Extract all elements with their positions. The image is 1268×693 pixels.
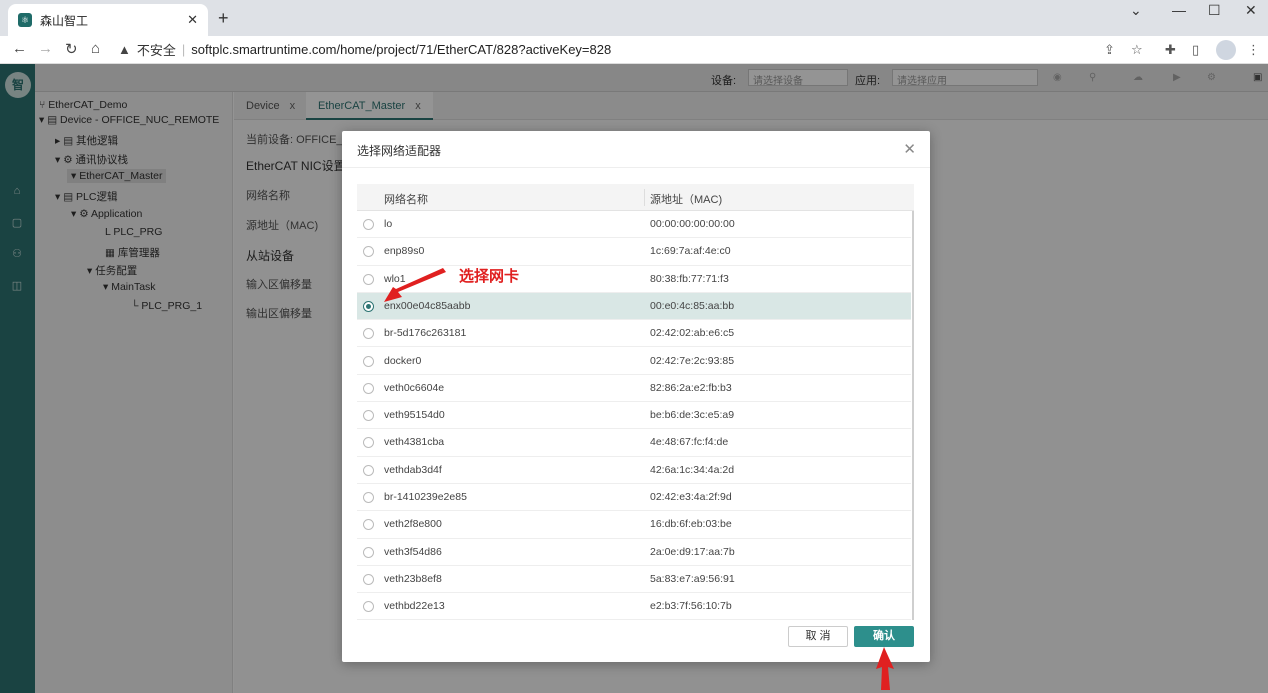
tab-close-icon[interactable]: ✕ [187,12,198,28]
star-icon[interactable]: ☆ [1131,42,1143,58]
dialog-close-icon[interactable]: ✕ [903,140,916,158]
adapter-name: br-1410239e2e85 [384,491,467,503]
adapter-mac: 02:42:02:ab:e6:c5 [650,327,735,340]
dialog-divider [342,167,930,168]
profile-avatar[interactable] [1216,40,1236,60]
adapter-mac: 1c:69:7a:af:4e:c0 [650,245,731,258]
adapter-mac: 2a:0e:d9:17:aa:7b [650,545,735,558]
adapter-mac: 82:86:2a:e2:fb:b3 [650,381,732,394]
adapter-mac: 02:42:7e:2c:93:85 [650,354,735,367]
menu-dots-icon[interactable]: ⋮ [1247,42,1260,58]
row-radio[interactable] [363,492,374,503]
adapter-table: 网络名称 源地址（MAC) lo 00:00:00:00:00:00 enp89s0… [357,184,914,620]
adapter-name: wlo1 [384,272,406,285]
table-row[interactable]: enx00e04c85aabb 00:e0:4c:85:aa:bb [357,292,911,321]
minimize-icon[interactable]: — [1172,2,1186,22]
row-radio[interactable] [363,382,374,394]
table-row[interactable]: br-5d176c263181 02:42:02:ab:e6:c5 [357,320,911,348]
adapter-name: vethdab3d4f [384,463,442,476]
confirm-button[interactable]: 确认 [854,626,914,647]
adapter-mac: 16:db:6f:eb:03:be [650,518,732,531]
url-field[interactable]: ▲ 不安全 | softplc.smartruntime.com/home/pr… [118,38,1118,60]
adapter-mac: 02:42:e3:4a:2f:9d [650,491,732,503]
row-radio[interactable] [363,546,374,558]
forward-icon[interactable]: → [38,40,53,57]
table-row[interactable]: wlo1 80:38:fb:77:71:f3 [357,266,911,293]
reload-icon[interactable]: ↻ [65,40,78,58]
adapter-name: veth4381cba [384,436,445,449]
extensions-icon[interactable]: ✚ [1165,42,1176,58]
table-row[interactable]: veth2f8e800 16:db:6f:eb:03:be [357,511,911,539]
adapter-name: docker0 [384,354,422,367]
adapter-name: veth95154d0 [384,409,445,422]
adapter-mac: 4e:48:67:fc:f4:de [650,436,729,449]
url-text: softplc.smartruntime.com/home/project/71… [191,41,612,57]
table-row[interactable]: veth0c6604e 82:86:2a:e2:fb:b3 [357,375,911,403]
cancel-button[interactable]: 取 消 [788,626,848,647]
app-favicon-icon: ⚛ [18,13,32,27]
browser-tab[interactable]: ⚛ 森山智工 ✕ [8,4,208,36]
adapter-name: veth23b8ef8 [384,572,442,585]
table-row[interactable]: veth4381cba 4e:48:67:fc:f4:de [357,429,911,457]
share-icon[interactable]: ⇪ [1104,42,1115,58]
row-radio[interactable] [363,246,374,258]
table-header: 网络名称 源地址（MAC) [357,184,914,211]
maximize-icon[interactable]: ☐ [1208,2,1221,22]
row-radio[interactable] [363,573,374,585]
warning-icon: ▲ [118,41,131,57]
security-label: 不安全 [136,42,176,58]
row-radio[interactable] [363,410,374,422]
new-tab-icon[interactable]: + [218,8,229,29]
row-radio[interactable] [363,328,374,340]
row-radio[interactable] [363,300,374,312]
row-radio[interactable] [363,519,374,531]
table-row[interactable]: br-1410239e2e85 02:42:e3:4a:2f:9d [357,484,911,512]
browser-tabstrip: ⚛ 森山智工 ✕ + ⌄ — ☐ ✕ [0,0,1268,36]
table-row[interactable]: veth23b8ef8 5a:83:e7:a9:56:91 [357,566,911,594]
table-scrollbar[interactable] [912,211,914,620]
dialog-title: 选择网络适配器 [357,144,442,158]
header-divider [644,189,645,206]
adapter-name: lo [384,218,393,230]
table-row[interactable]: enp89s0 1c:69:7a:af:4e:c0 [357,238,911,266]
adapter-name: br-5d176c263181 [384,327,467,340]
row-radio[interactable] [363,437,374,449]
row-radio[interactable] [363,219,374,230]
row-radio[interactable] [363,464,374,476]
table-row[interactable]: veth3f54d86 2a:0e:d9:17:aa:7b [357,539,911,566]
adapter-mac: 5a:83:e7:a9:56:91 [650,572,735,585]
table-row[interactable]: veth95154d0 be:b6:de:3c:e5:a9 [357,402,911,430]
adapter-name: enp89s0 [384,245,425,258]
network-adapter-dialog: 选择网络适配器 ✕ 网络名称 源地址（MAC) lo 00:00:00:00:00… [342,131,930,662]
table-row[interactable]: vethdab3d4f 42:6a:1c:34:4a:2d [357,457,911,484]
sidepanel-icon[interactable]: ▯ [1192,42,1199,58]
adapter-mac: 42:6a:1c:34:4a:2d [650,463,735,476]
window-close-icon[interactable]: ✕ [1245,2,1257,22]
annotation-label: 选择网卡 [459,267,520,285]
row-radio[interactable] [363,601,374,613]
adapter-name: enx00e04c85aabb [384,299,471,312]
row-radio[interactable] [363,355,374,367]
adapter-mac: e2:b3:7f:56:10:7b [650,600,732,613]
adapter-mac: be:b6:de:3c:e5:a9 [650,409,735,422]
col-name-header: 网络名称 [384,194,428,206]
col-mac-header: 源地址（MAC) [650,194,723,206]
tab-title: 森山智工 [40,13,89,28]
url-separator: | [181,41,186,57]
row-radio[interactable] [363,273,374,285]
adapter-mac: 00:e0:4c:85:aa:bb [650,299,735,312]
table-row[interactable]: lo 00:00:00:00:00:00 [357,211,911,239]
adapter-name: veth0c6604e [384,381,445,394]
adapter-mac: 80:38:fb:77:71:f3 [650,272,729,285]
adapter-mac: 00:00:00:00:00:00 [650,218,735,230]
table-row[interactable]: vethbd22e13 e2:b3:7f:56:10:7b [357,593,911,620]
address-bar: ← → ↻ ⌂ ▲ 不安全 | softplc.smartruntime.com… [0,36,1268,64]
adapter-name: veth2f8e800 [384,518,442,531]
chevron-down-icon[interactable]: ⌄ [1130,2,1142,22]
adapter-name: vethbd22e13 [384,600,445,613]
home-icon[interactable]: ⌂ [91,40,100,57]
adapter-name: veth3f54d86 [384,545,442,558]
table-row[interactable]: docker0 02:42:7e:2c:93:85 [357,348,911,375]
back-icon[interactable]: ← [12,40,27,57]
